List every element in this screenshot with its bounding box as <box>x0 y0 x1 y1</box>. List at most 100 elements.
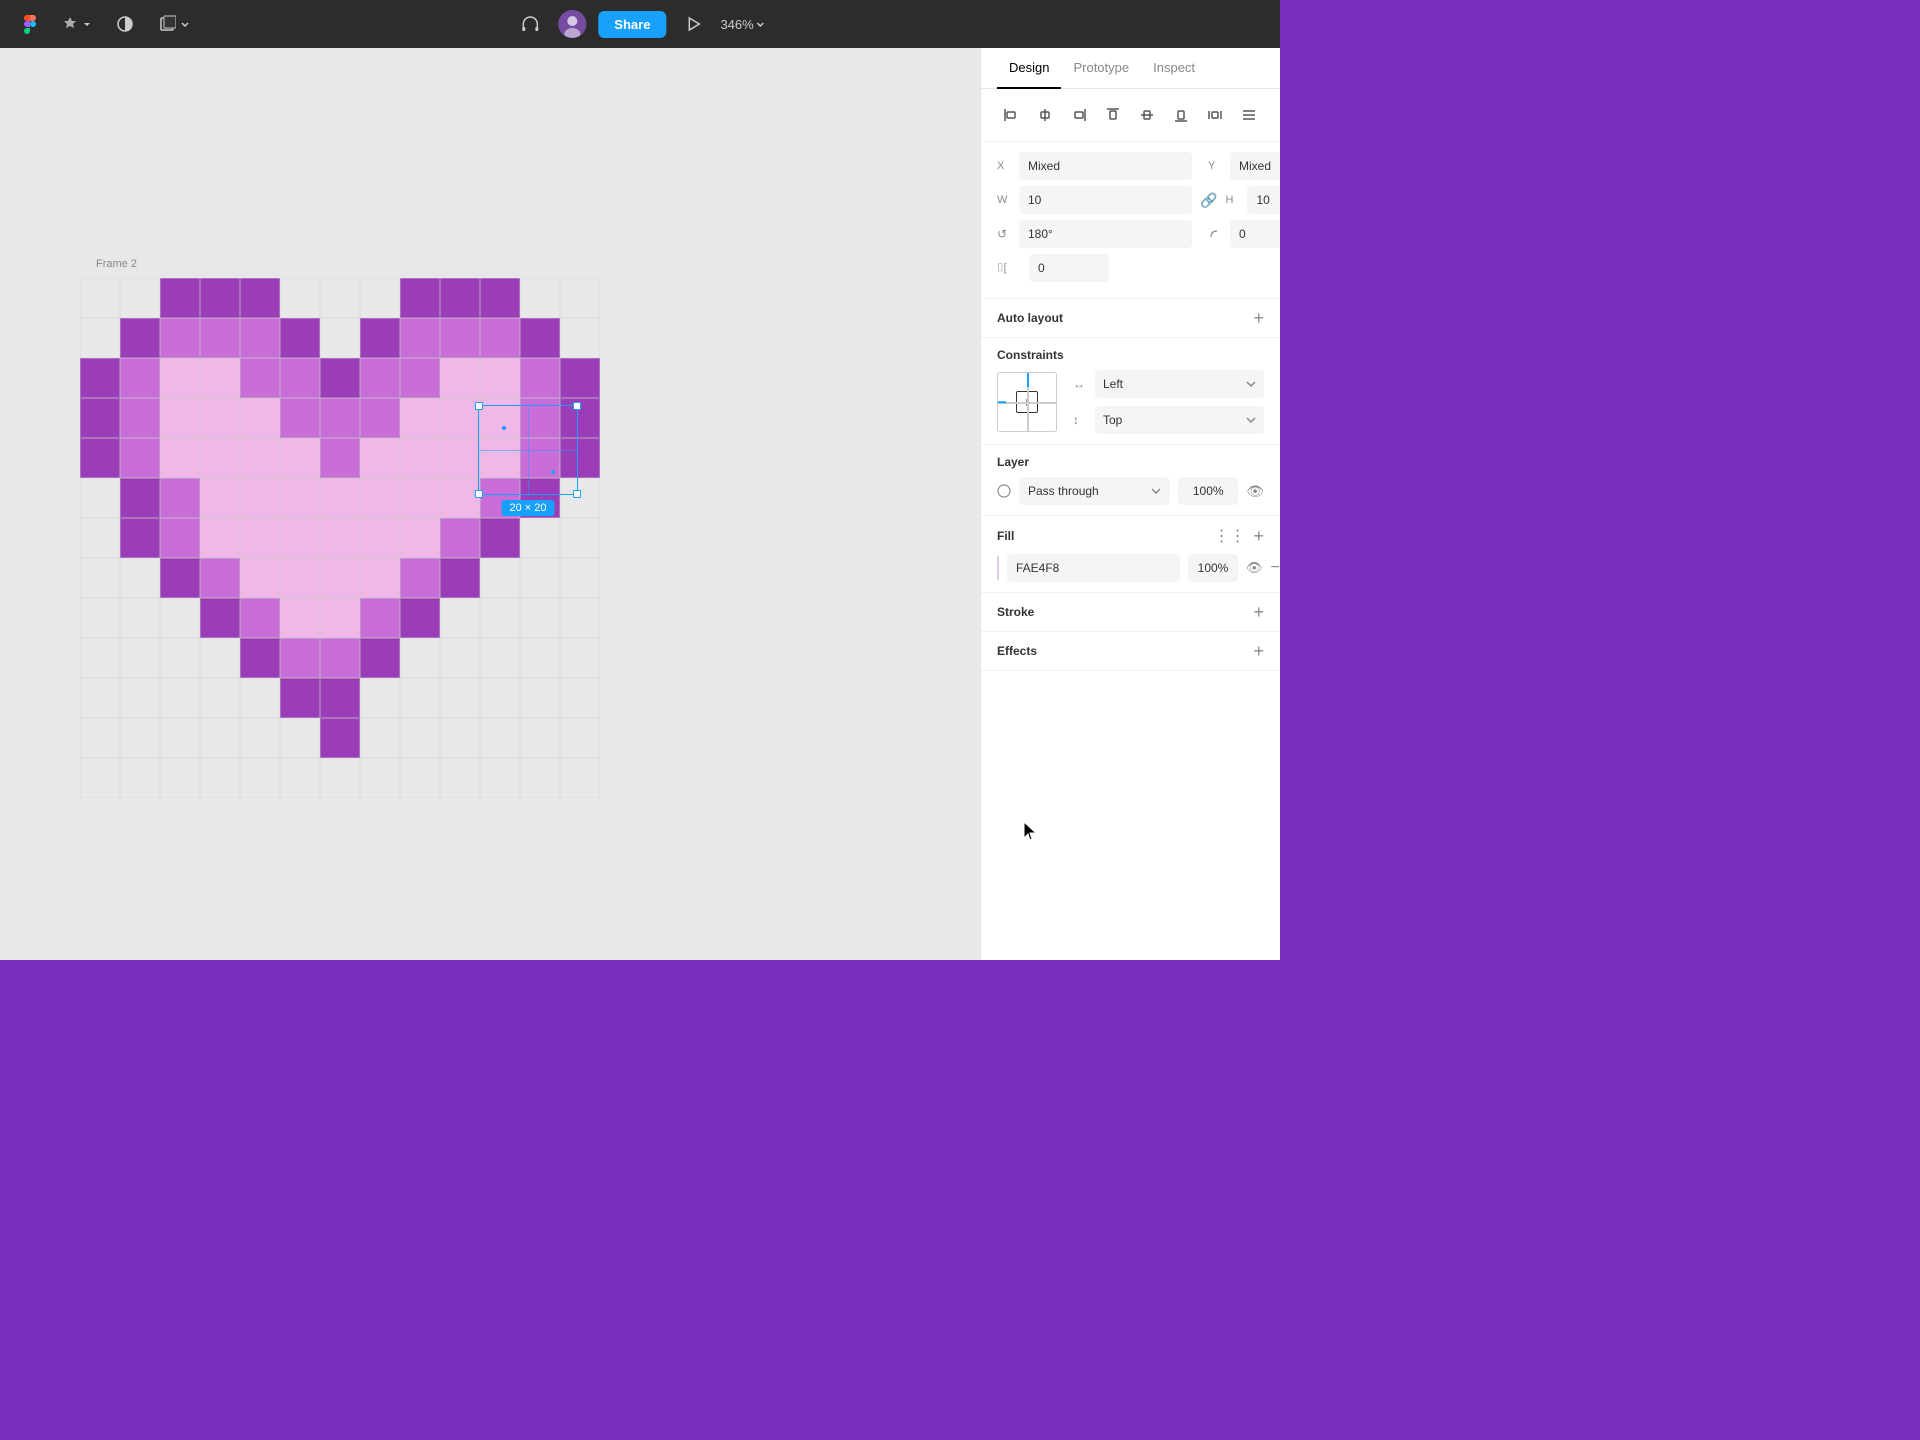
h-input[interactable] <box>1247 186 1280 214</box>
pixel-cell <box>240 718 280 758</box>
align-left-btn[interactable] <box>997 101 1025 129</box>
pixel-cell <box>160 758 200 798</box>
pixel-cell <box>160 318 200 358</box>
theme-btn[interactable] <box>110 11 140 37</box>
pixel-cell <box>400 638 440 678</box>
pixel-cell <box>160 278 200 318</box>
pixel-cell <box>440 438 480 478</box>
pixel-cell <box>80 358 120 398</box>
pixel-cell <box>360 518 400 558</box>
xy-row: X Y <box>997 152 1264 180</box>
canvas-area[interactable]: Frame 2 20 × 20 <box>0 48 980 960</box>
align-center-v-btn[interactable] <box>1133 101 1161 129</box>
w-input[interactable] <box>1019 186 1192 214</box>
pixel-cell <box>480 358 520 398</box>
pixel-cell <box>80 598 120 638</box>
pixel-cell <box>280 358 320 398</box>
main-layout: Frame 2 20 × 20 Design Prototype Inspect <box>0 48 1280 960</box>
add-stroke-btn[interactable]: + <box>1253 603 1264 621</box>
pixel-cell <box>400 598 440 638</box>
pixel-cell <box>200 758 240 798</box>
pixel-cell <box>560 718 600 758</box>
pixel-cell <box>280 678 320 718</box>
tab-inspect[interactable]: Inspect <box>1141 48 1207 89</box>
pixel-cell <box>400 358 440 398</box>
y-input[interactable] <box>1230 152 1280 180</box>
topbar: Share 346% <box>0 0 1280 48</box>
constraints-label: Constraints <box>997 348 1264 362</box>
clip-icon: ⌷[ <box>997 262 1021 275</box>
radius-icon <box>1208 228 1222 240</box>
blend-mode-value: Pass through <box>1028 484 1099 498</box>
pixel-cell <box>280 758 320 798</box>
blend-icon <box>997 484 1011 498</box>
pixel-cell <box>560 558 600 598</box>
blend-mode-dropdown[interactable]: Pass through <box>1019 477 1170 505</box>
fill-visibility-icon[interactable]: 👁 <box>1246 560 1263 576</box>
fill-options-btn[interactable]: ⋮⋮ <box>1213 526 1245 546</box>
figma-logo[interactable] <box>16 10 44 38</box>
tab-design[interactable]: Design <box>997 48 1061 89</box>
pixel-cell <box>200 398 240 438</box>
fill-color-swatch[interactable] <box>997 556 999 580</box>
pixel-cell <box>200 718 240 758</box>
pixel-cell <box>120 558 160 598</box>
pixel-cell <box>280 638 320 678</box>
pixel-cell <box>280 318 320 358</box>
vertical-constraint-dropdown[interactable]: Top <box>1095 406 1264 434</box>
x-input[interactable] <box>1019 152 1192 180</box>
align-bottom-btn[interactable] <box>1167 101 1195 129</box>
add-effects-btn[interactable]: + <box>1253 642 1264 660</box>
pixel-cell <box>400 758 440 798</box>
pixel-cell <box>160 638 200 678</box>
horizontal-constraint-value: Left <box>1103 377 1123 391</box>
frame-label: Frame 2 <box>96 258 137 270</box>
pixel-cell <box>480 278 520 318</box>
zoom-control[interactable]: 346% <box>720 17 765 32</box>
opacity-input[interactable] <box>1178 477 1238 505</box>
add-fill-btn[interactable]: + <box>1253 527 1264 545</box>
play-btn[interactable] <box>678 11 708 37</box>
pixel-cell <box>200 478 240 518</box>
align-right-btn[interactable] <box>1065 101 1093 129</box>
radius-input[interactable] <box>1230 220 1280 248</box>
pixel-cell <box>440 598 480 638</box>
constraint-diagram: + <box>997 372 1057 432</box>
pixel-cell <box>240 318 280 358</box>
fill-header: Fill ⋮⋮ + <box>997 526 1264 546</box>
panel-tabs: Design Prototype Inspect <box>981 48 1280 89</box>
clip-input[interactable] <box>1029 254 1109 282</box>
link-icon[interactable]: 🔗 <box>1200 192 1217 209</box>
pixel-cell <box>160 398 200 438</box>
rotation-input[interactable] <box>1019 220 1192 248</box>
share-button[interactable]: Share <box>598 11 666 38</box>
pages-btn[interactable] <box>152 11 196 37</box>
user-avatar[interactable] <box>558 10 586 38</box>
pixel-cell <box>560 678 600 718</box>
alignment-row <box>981 89 1280 142</box>
pixel-cell <box>560 278 600 318</box>
pixel-cell <box>360 398 400 438</box>
tab-prototype[interactable]: Prototype <box>1061 48 1141 89</box>
more-align-btn[interactable] <box>1235 101 1263 129</box>
pixel-cell <box>480 638 520 678</box>
tools-btn[interactable] <box>56 12 98 36</box>
align-center-h-btn[interactable] <box>1031 101 1059 129</box>
pixel-cell <box>200 638 240 678</box>
horizontal-constraint-dropdown[interactable]: Left <box>1095 370 1264 398</box>
w-label: W <box>997 194 1011 206</box>
fill-hex-input[interactable] <box>1007 554 1180 582</box>
distribute-h-btn[interactable] <box>1201 101 1229 129</box>
audio-btn[interactable] <box>514 10 546 38</box>
visibility-icon[interactable]: 👁 <box>1246 483 1264 500</box>
pixel-cell <box>320 478 360 518</box>
add-auto-layout-btn[interactable]: + <box>1253 309 1264 327</box>
align-top-btn[interactable] <box>1099 101 1127 129</box>
pixel-cell <box>80 558 120 598</box>
pixel-cell <box>400 438 440 478</box>
constraint-line-top <box>1027 373 1029 387</box>
fill-opacity-input[interactable] <box>1188 554 1238 582</box>
layer-row: Pass through 👁 <box>997 477 1264 505</box>
remove-fill-btn[interactable]: − <box>1271 560 1280 576</box>
pixel-cell <box>360 478 400 518</box>
